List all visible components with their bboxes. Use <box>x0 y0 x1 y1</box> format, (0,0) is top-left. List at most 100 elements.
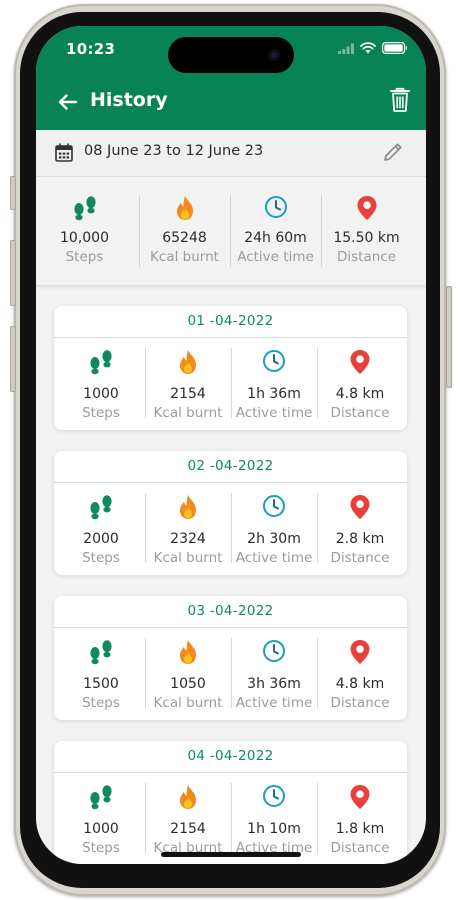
day-active-time-value: 3h 36m <box>247 676 301 692</box>
summary-steps: 10,000 Steps <box>39 177 130 285</box>
day-active-time-value: 1h 10m <box>247 821 301 837</box>
volume-down-button <box>10 326 16 392</box>
location-pin-icon <box>350 350 370 374</box>
trash-icon[interactable] <box>388 87 412 113</box>
day-distance: 2.8 km Distance <box>317 484 403 574</box>
day-kcal-value: 2154 <box>170 386 206 402</box>
day-kcal: 2154 Kcal burnt <box>145 339 231 429</box>
summary-panel: 10,000 Steps 65248 Kcal burnt 24h 60m Ac… <box>36 177 426 286</box>
date-range-text: 08 June 23 to 12 June 23 <box>84 143 264 159</box>
day-distance-label: Distance <box>330 405 390 421</box>
day-active-time-value: 2h 30m <box>247 531 301 547</box>
day-distance-value: 1.8 km <box>335 821 385 837</box>
signal-icon <box>338 43 354 54</box>
edit-pencil-icon[interactable] <box>382 141 404 163</box>
day-kcal-label: Kcal burnt <box>153 405 223 421</box>
location-pin-icon <box>350 640 370 664</box>
day-kcal-value: 1050 <box>170 676 206 692</box>
summary-distance: 15.50 km Distance <box>321 177 412 285</box>
day-active-time: 1h 10m Active time <box>231 774 317 864</box>
divider <box>54 337 407 338</box>
app-bar: History <box>36 76 426 130</box>
footsteps-icon <box>90 495 112 520</box>
day-distance-label: Distance <box>330 550 390 566</box>
day-steps-label: Steps <box>82 840 120 856</box>
day-card[interactable]: 02 -04-2022 2000 Steps 2324 Kcal burnt 2… <box>54 451 407 575</box>
home-indicator[interactable] <box>161 852 301 857</box>
clock-icon <box>263 350 285 372</box>
day-card-date: 03 -04-2022 <box>187 603 274 619</box>
day-distance-label: Distance <box>330 840 390 856</box>
fire-icon <box>176 196 193 220</box>
day-active-time-value: 1h 36m <box>247 386 301 402</box>
summary-active-time: 24h 60m Active time <box>230 177 321 285</box>
back-arrow-icon[interactable] <box>56 91 78 113</box>
day-distance-value: 4.8 km <box>335 676 385 692</box>
day-kcal: 2324 Kcal burnt <box>145 484 231 574</box>
day-distance-value: 2.8 km <box>335 531 385 547</box>
day-kcal-value: 2324 <box>170 531 206 547</box>
status-icons <box>338 42 408 54</box>
footsteps-icon <box>90 785 112 810</box>
fire-icon <box>180 350 196 374</box>
day-card-date: 04 -04-2022 <box>187 748 274 764</box>
day-active-time-label: Active time <box>235 695 313 711</box>
clock-icon <box>263 495 285 517</box>
day-card[interactable]: 01 -04-2022 1000 Steps 2154 Kcal burnt 1… <box>54 306 407 430</box>
day-steps: 1500 Steps <box>57 629 145 719</box>
day-distance: 4.8 km Distance <box>317 629 403 719</box>
summary-kcal-label: Kcal burnt <box>150 249 219 265</box>
day-distance: 4.8 km Distance <box>317 339 403 429</box>
summary-steps-value: 10,000 <box>60 230 109 246</box>
day-card-date: 02 -04-2022 <box>187 458 274 474</box>
day-card[interactable]: 04 -04-2022 1000 Steps 2154 Kcal burnt 1… <box>54 741 407 864</box>
day-steps-label: Steps <box>82 550 120 566</box>
status-bar: 10:23 <box>36 26 426 76</box>
day-steps-value: 2000 <box>83 531 119 547</box>
day-distance-label: Distance <box>330 695 390 711</box>
footsteps-icon <box>90 640 112 665</box>
location-pin-icon <box>350 785 370 809</box>
day-kcal: 2154 Kcal burnt <box>145 774 231 864</box>
clock-icon <box>264 196 287 218</box>
day-active-time: 1h 36m Active time <box>231 339 317 429</box>
footsteps-icon <box>73 196 96 221</box>
summary-steps-label: Steps <box>65 249 104 265</box>
day-card-date: 01 -04-2022 <box>187 313 274 329</box>
camera-icon <box>268 49 280 61</box>
divider <box>54 482 407 483</box>
mute-switch <box>10 176 16 210</box>
day-distance: 1.8 km Distance <box>317 774 403 864</box>
day-steps-value: 1500 <box>83 676 119 692</box>
summary-distance-label: Distance <box>336 249 397 265</box>
day-steps-label: Steps <box>82 695 120 711</box>
date-range-bar: 08 June 23 to 12 June 23 <box>36 130 426 177</box>
summary-distance-value: 15.50 km <box>333 230 400 246</box>
day-steps: 2000 Steps <box>57 484 145 574</box>
dynamic-island <box>168 37 294 73</box>
fire-icon <box>180 495 196 519</box>
summary-active-time-value: 24h 60m <box>244 230 307 246</box>
status-time: 10:23 <box>66 40 116 58</box>
day-active-time: 2h 30m Active time <box>231 484 317 574</box>
calendar-icon <box>55 143 73 162</box>
divider <box>54 627 407 628</box>
summary-active-time-label: Active time <box>237 249 314 265</box>
day-steps: 1000 Steps <box>57 774 145 864</box>
day-active-time-label: Active time <box>235 550 313 566</box>
location-pin-icon <box>350 495 370 519</box>
day-active-time-label: Active time <box>235 405 313 421</box>
power-button <box>446 286 452 388</box>
day-steps-value: 1000 <box>83 386 119 402</box>
clock-icon <box>263 640 285 662</box>
phone-screen: 10:23 History 08 June 23 to 12 June 23 1… <box>36 26 426 864</box>
footsteps-icon <box>90 350 112 375</box>
location-pin-icon <box>357 196 376 220</box>
day-kcal: 1050 Kcal burnt <box>145 629 231 719</box>
fire-icon <box>180 640 196 664</box>
day-active-time: 3h 36m Active time <box>231 629 317 719</box>
day-steps: 1000 Steps <box>57 339 145 429</box>
day-steps-value: 1000 <box>83 821 119 837</box>
day-kcal-value: 2154 <box>170 821 206 837</box>
day-card[interactable]: 03 -04-2022 1500 Steps 1050 Kcal burnt 3… <box>54 596 407 720</box>
